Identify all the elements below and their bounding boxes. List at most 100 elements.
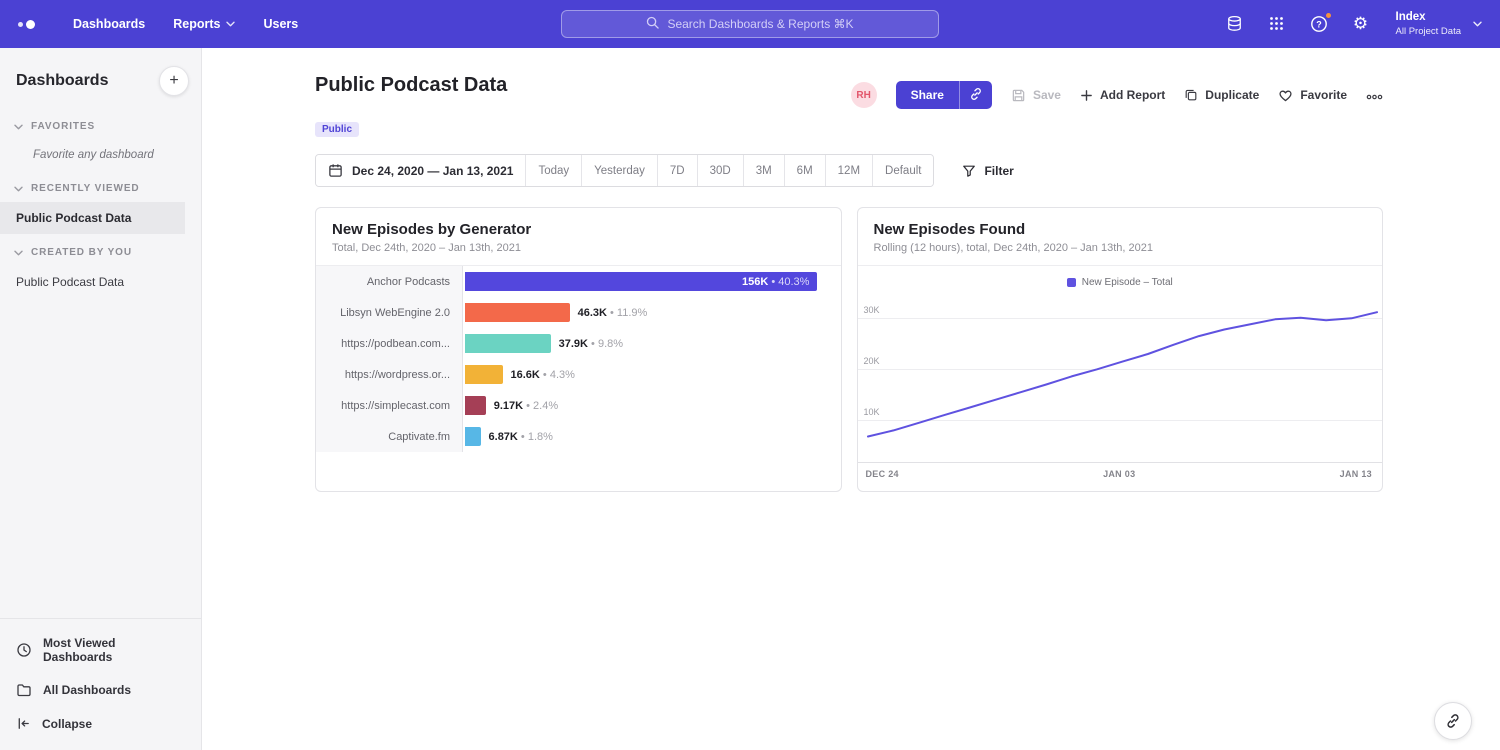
favorite-button[interactable]: Favorite	[1278, 88, 1347, 103]
nav-item-users[interactable]: Users	[249, 0, 312, 48]
sidebar-section-label: RECENTLY VIEWED	[31, 183, 140, 194]
bar-segment[interactable]	[465, 303, 570, 322]
more-options-button[interactable]	[1366, 88, 1383, 103]
main-content: Public Podcast Data Public RH Share	[202, 48, 1500, 750]
project-switcher-text: Index All Project Data	[1396, 11, 1461, 37]
line-card-subtitle: Rolling (12 hours), total, Dec 24th, 202…	[874, 242, 1367, 254]
preset-12m[interactable]: 12M	[825, 155, 872, 186]
nav-item-label: Reports	[173, 17, 220, 31]
date-range-group: Dec 24, 2020 — Jan 13, 2021 TodayYesterd…	[315, 154, 934, 187]
preset-30d[interactable]: 30D	[697, 155, 743, 186]
report-cards: New Episodes by Generator Total, Dec 24t…	[315, 207, 1383, 492]
bar-card-header: New Episodes by Generator Total, Dec 24t…	[316, 208, 841, 266]
save-button[interactable]: Save	[1011, 88, 1061, 103]
preset-6m[interactable]: 6M	[784, 155, 825, 186]
settings-icon[interactable]: ⚙	[1350, 13, 1372, 35]
sidebar-section-recently-viewed[interactable]: RECENTLY VIEWED	[0, 170, 201, 202]
new-dashboard-button[interactable]: +	[159, 66, 189, 96]
duplicate-button[interactable]: Duplicate	[1184, 88, 1259, 102]
collapse-icon	[16, 716, 31, 731]
sidebar-section-favorites[interactable]: FAVORITES	[0, 108, 201, 140]
nav-item-reports[interactable]: Reports	[159, 0, 249, 48]
all-dashboards-icon	[16, 682, 32, 698]
filter-button[interactable]: Filter	[962, 164, 1013, 178]
sidebar-footer-most-viewed-dashboards[interactable]: Most Viewed Dashboards	[0, 627, 201, 673]
app-logo[interactable]	[18, 20, 35, 29]
calendar-icon	[328, 163, 343, 178]
date-presets: TodayYesterday7D30D3M6M12MDefault	[525, 155, 933, 186]
bar-value-label: 6.87K • 1.8%	[489, 431, 553, 443]
sidebar-footer-collapse[interactable]: Collapse	[0, 707, 201, 740]
bar-row: https://wordpress.or...16.6K • 4.3%	[316, 359, 841, 390]
title-block: Public Podcast Data Public	[315, 74, 507, 137]
share-link-fab[interactable]	[1434, 702, 1472, 740]
bar-segment[interactable]	[465, 365, 503, 384]
footer-item-label: All Dashboards	[43, 683, 131, 697]
avatar[interactable]: RH	[851, 82, 877, 108]
top-navbar: Dashboards Reports Users Search Dashboards…	[0, 0, 1500, 48]
favorite-label: Favorite	[1300, 88, 1347, 102]
apps-grid-icon[interactable]	[1266, 13, 1288, 35]
help-icon[interactable]: ?	[1308, 13, 1330, 35]
bar-value-label: 16.6K • 4.3%	[511, 369, 575, 381]
chevron-down-icon	[14, 124, 23, 130]
bar-segment[interactable]	[465, 396, 486, 415]
share-link-button[interactable]	[959, 81, 992, 109]
bar-percent: • 11.9%	[607, 307, 647, 319]
preset-7d[interactable]: 7D	[657, 155, 697, 186]
preset-3m[interactable]: 3M	[743, 155, 784, 186]
app-root: Dashboards Reports Users Search Dashboards…	[0, 0, 1500, 750]
bar-percent: • 40.3%	[768, 276, 809, 288]
nav-left: Dashboards Reports Users	[18, 0, 312, 48]
bar-value: 9.17K	[494, 400, 523, 412]
sidebar-sections: FAVORITESFavorite any dashboard RECENTLY …	[0, 108, 201, 298]
date-range-picker[interactable]: Dec 24, 2020 — Jan 13, 2021	[316, 155, 525, 186]
data-icon[interactable]	[1224, 13, 1246, 35]
bar-track: 37.9K • 9.8%	[463, 328, 841, 359]
bar-row: Captivate.fm6.87K • 1.8%	[316, 421, 841, 452]
bar-segment[interactable]	[465, 427, 481, 446]
sidebar-footer-all-dashboards[interactable]: All Dashboards	[0, 673, 201, 707]
filter-funnel-icon	[962, 164, 976, 178]
bar-segment[interactable]	[465, 334, 551, 353]
bar-track: 16.6K • 4.3%	[463, 359, 841, 390]
share-button[interactable]: Share	[896, 81, 959, 109]
preset-yesterday[interactable]: Yesterday	[581, 155, 657, 186]
bar-row: https://podbean.com...37.9K • 9.8%	[316, 328, 841, 359]
sidebar-section-created-by-you[interactable]: CREATED BY YOU	[0, 234, 201, 266]
bar-value-label: 37.9K • 9.8%	[559, 338, 623, 350]
bar-chart-card: New Episodes by Generator Total, Dec 24t…	[315, 207, 842, 492]
line-chart-plot[interactable]: 10K20K30K	[858, 295, 1383, 463]
date-toolbar: Dec 24, 2020 — Jan 13, 2021 TodayYesterd…	[315, 154, 1383, 187]
bar-segment[interactable]: 156K • 40.3%	[465, 272, 817, 291]
add-report-button[interactable]: Add Report	[1080, 88, 1165, 102]
bar-category-label: Libsyn WebEngine 2.0	[316, 297, 463, 328]
add-report-label: Add Report	[1100, 88, 1165, 102]
sidebar-section-label: CREATED BY YOU	[31, 247, 132, 258]
x-tick-label: JAN 13	[1340, 469, 1372, 479]
nav-item-dashboards[interactable]: Dashboards	[59, 0, 159, 48]
nav-item-label: Users	[263, 17, 298, 31]
sidebar-item-public-podcast-data[interactable]: Public Podcast Data	[0, 202, 185, 234]
line-chart-card: New Episodes Found Rolling (12 hours), t…	[857, 207, 1384, 492]
bar-category-label: https://simplecast.com	[316, 390, 463, 421]
sidebar-title: Dashboards	[16, 72, 108, 90]
project-switcher[interactable]: Index All Project Data	[1396, 11, 1482, 37]
global-search-input[interactable]: Search Dashboards & Reports ⌘K	[561, 10, 939, 38]
sidebar-header: Dashboards +	[0, 48, 201, 108]
preset-today[interactable]: Today	[525, 155, 581, 186]
bar-value-label: 9.17K • 2.4%	[494, 400, 558, 412]
chevron-down-icon	[14, 186, 23, 192]
preset-default[interactable]: Default	[872, 155, 933, 186]
bar-row: Anchor Podcasts156K • 40.3%	[316, 266, 841, 297]
sidebar-item-public-podcast-data[interactable]: Public Podcast Data	[0, 266, 201, 298]
search-placeholder: Search Dashboards & Reports ⌘K	[667, 17, 853, 31]
svg-text:?: ?	[1316, 19, 1322, 29]
most-viewed-icon	[16, 642, 32, 658]
sidebar-item-favorite-any-dashboard: Favorite any dashboard	[0, 140, 201, 170]
bar-row: https://simplecast.com 9.17K • 2.4%	[316, 390, 841, 421]
line-series-path[interactable]	[868, 312, 1377, 436]
bar-row: Libsyn WebEngine 2.046.3K • 11.9%	[316, 297, 841, 328]
save-icon	[1011, 88, 1026, 103]
chevron-down-icon	[1473, 21, 1482, 27]
